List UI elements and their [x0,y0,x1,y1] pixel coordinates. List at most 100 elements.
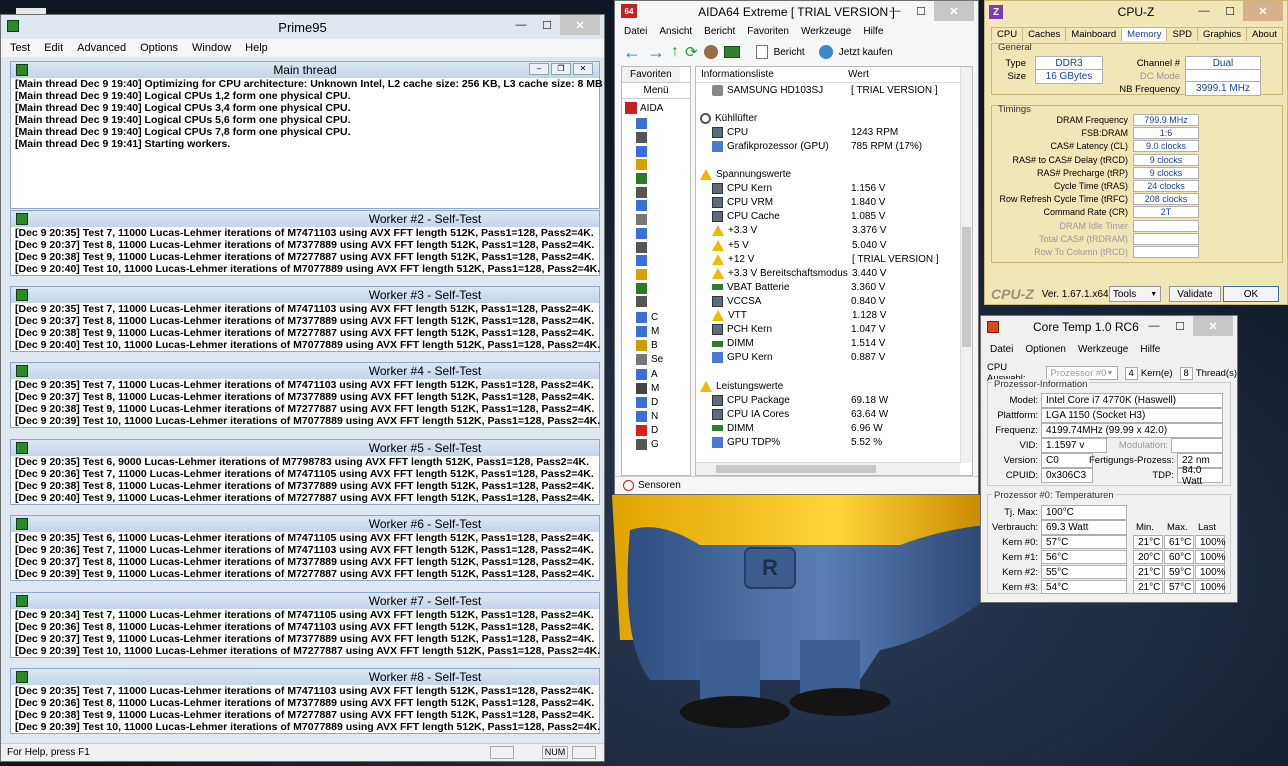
tab-spd[interactable]: SPD [1166,27,1199,41]
sensor-row[interactable]: +3.3 V Bereitschaftsmodus 3.440 V [700,266,972,280]
sensor-row[interactable]: +5 V 5.040 V [700,238,972,252]
sensor-row[interactable]: VBAT Batterie 3.360 V [700,280,972,294]
refresh-icon[interactable]: ⟳ [685,43,698,61]
sensor-row[interactable]: CPU Package 69.18 W [700,393,972,407]
sensor-group[interactable]: Leistungswerte [700,379,972,393]
sensor-row[interactable]: CPU IA Cores 63.64 W [700,407,972,421]
tab-menu[interactable]: Menü [622,83,690,99]
sensor-row[interactable]: CPU VRM 1.840 V [700,196,972,210]
menu-item-2[interactable]: Advanced [77,42,126,54]
tab-caches[interactable]: Caches [1022,27,1067,41]
forward-arrow-icon[interactable]: → [647,43,665,61]
tree-node[interactable]: Se [636,353,690,367]
menu-item-4[interactable]: Window [192,42,231,54]
hscrollbar-thumb[interactable] [716,465,876,473]
tree-node[interactable]: N [636,409,690,423]
menu-item-1[interactable]: Optionen [1025,344,1066,355]
report-icon[interactable] [755,45,768,59]
tab-cpu[interactable]: CPU [991,27,1024,41]
tree-root-label[interactable]: AIDA [640,103,663,114]
tab-favoriten[interactable]: Favoriten [622,67,680,82]
scrollbar-thumb[interactable] [962,227,971,347]
menu-item-0[interactable]: Test [10,42,30,54]
minimize-icon[interactable]: — [1141,316,1167,336]
back-arrow-icon[interactable]: ← [623,43,641,61]
minimize-icon[interactable]: — [1191,1,1217,21]
menu-item-1[interactable]: Ansicht [659,26,692,37]
up-arrow-icon[interactable]: ↑ [671,43,679,61]
tree-node[interactable] [636,185,690,199]
tree-node[interactable] [636,213,690,227]
buy-globe-icon[interactable] [818,45,833,59]
sensor-group[interactable]: Spannungswerte [700,168,972,182]
tree-node[interactable] [636,117,690,131]
menu-item-0[interactable]: Datei [990,344,1013,355]
sensor-row[interactable]: Grafikprozessor (GPU) 785 RPM (17%) [700,139,972,153]
child-close-icon[interactable]: ✕ [573,63,593,75]
minimize-icon[interactable]: — [508,15,534,35]
menu-item-3[interactable]: Options [140,42,178,54]
tree-node[interactable]: D [636,395,690,409]
maximize-icon[interactable]: ☐ [534,15,560,35]
sensor-row[interactable]: GPU TDP% 5.52 % [700,435,972,449]
tree-node[interactable] [636,281,690,295]
menu-item-5[interactable]: Help [245,42,268,54]
tree-node[interactable] [636,268,690,282]
tree-node[interactable] [636,131,690,145]
menu-item-4[interactable]: Werkzeuge [801,26,851,37]
bericht-button[interactable]: Bericht [774,47,805,58]
tab-memory[interactable]: Memory [1121,27,1168,41]
child-restore-icon[interactable]: ❐ [551,63,571,75]
close-icon[interactable]: ✕ [560,15,600,35]
minimize-icon[interactable]: — [882,1,908,21]
sensor-row[interactable]: DIMM 1.514 V [700,337,972,351]
tree-node[interactable] [636,144,690,158]
tree-node[interactable] [636,199,690,213]
ok-button[interactable]: OK [1223,286,1279,302]
menu-item-3[interactable]: Favoriten [747,26,789,37]
col-informationsliste[interactable]: Informationsliste [696,69,844,80]
menu-item-2[interactable]: Bericht [704,26,735,37]
close-icon[interactable]: ✕ [934,1,974,21]
tree-node[interactable] [636,227,690,241]
validate-button[interactable]: Validate [1169,286,1221,302]
close-icon[interactable]: ✕ [1243,1,1283,21]
tab-about[interactable]: About [1246,27,1283,41]
sensor-row[interactable]: DIMM 6.96 W [700,421,972,435]
sensor-row[interactable]: PCH Kern 1.047 V [700,323,972,337]
sensor-row[interactable]: VTT 1.128 V [700,309,972,323]
maximize-icon[interactable]: ☐ [1167,316,1193,336]
sensor-row[interactable]: CPU Kern 1.156 V [700,182,972,196]
tree-node[interactable]: G [636,437,690,451]
sensor-row[interactable]: SAMSUNG HD103SJ [ TRIAL VERSION ] [700,83,972,97]
menu-item-5[interactable]: Hilfe [863,26,883,37]
menu-item-3[interactable]: Hilfe [1140,344,1160,355]
sensor-row[interactable]: VCCSA 0.840 V [700,294,972,308]
maximize-icon[interactable]: ☐ [1217,1,1243,21]
sensor-row[interactable]: GPU Kern 0.887 V [700,351,972,365]
maximize-icon[interactable]: ☐ [908,1,934,21]
tree-node[interactable]: A [636,367,690,381]
tree-node[interactable]: M [636,325,690,339]
col-wert[interactable]: Wert [844,69,869,80]
tree-node[interactable] [636,158,690,172]
sensor-row[interactable]: +3.3 V 3.376 V [700,224,972,238]
tree-node[interactable]: M [636,381,690,395]
sensor-row[interactable]: CPU Cache 1.085 V [700,210,972,224]
sensor-row[interactable]: +12 V [ TRIAL VERSION ] [700,252,972,266]
tree-node[interactable]: B [636,339,690,353]
tree-node[interactable] [636,295,690,309]
vertical-scrollbar[interactable] [960,67,972,463]
tab-mainboard[interactable]: Mainboard [1065,27,1123,41]
tree-node[interactable] [636,240,690,254]
menu-item-0[interactable]: Datei [624,26,647,37]
user-icon[interactable] [703,45,718,59]
tab-graphics[interactable]: Graphics [1197,27,1248,41]
menu-item-2[interactable]: Werkzeuge [1078,344,1128,355]
tree-node[interactable]: D [636,423,690,437]
tools-button[interactable]: Tools ▼ [1109,286,1161,302]
horizontal-scrollbar[interactable] [696,462,960,475]
tree-node[interactable]: C [636,311,690,325]
close-icon[interactable]: ✕ [1193,316,1233,336]
monitor-icon[interactable] [723,46,740,58]
